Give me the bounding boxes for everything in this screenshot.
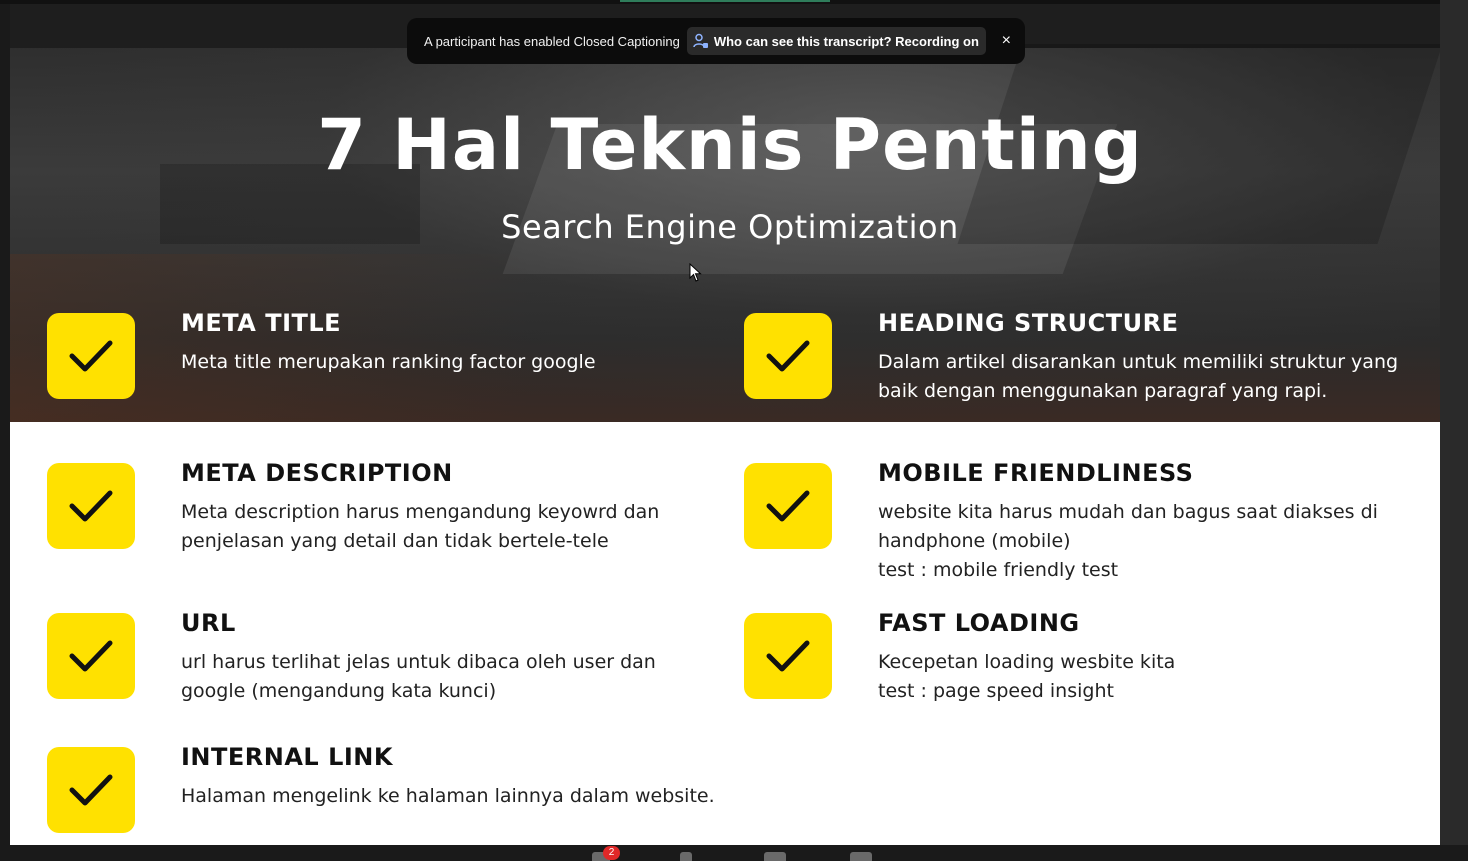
window-side-edge <box>1440 0 1468 861</box>
item-description: url harus terlihat jelas untuk dibaca ol… <box>181 648 656 706</box>
mouse-cursor-icon <box>689 263 702 282</box>
item-title: META TITLE <box>181 309 342 337</box>
apps-icon[interactable] <box>850 852 872 861</box>
item-description-line: Dalam artikel disarankan untuk memiliki … <box>878 351 1399 373</box>
item-title: HEADING STRUCTURE <box>878 309 1179 337</box>
slide-subtitle: Search Engine Optimization <box>501 208 959 246</box>
item-description-line: test : mobile friendly test <box>878 559 1119 581</box>
caption-message: A participant has enabled Closed Caption… <box>424 33 680 49</box>
item-description-line: website kita harus mudah dan bagus saat … <box>878 501 1378 523</box>
item-description: Kecepetan loading wesbite kita test : pa… <box>878 648 1175 706</box>
chat-badge: 2 <box>603 846 620 860</box>
item-description-line: test : page speed insight <box>878 680 1114 702</box>
person-lock-icon <box>693 33 708 48</box>
checkmark-icon <box>47 747 135 833</box>
closed-caption-notification: A participant has enabled Closed Caption… <box>407 18 1025 64</box>
item-description-line: Meta title merupakan ranking factor goog… <box>181 351 596 373</box>
shared-screen-slide: 7 Hal Teknis Penting Search Engine Optim… <box>10 4 1440 845</box>
item-description-line: penjelasan yang detail dan tidak bertele… <box>181 530 609 552</box>
item-title: MOBILE FRIENDLINESS <box>878 459 1194 487</box>
item-description: Dalam artikel disarankan untuk memiliki … <box>878 348 1398 406</box>
checkmark-icon <box>744 313 832 399</box>
item-title: INTERNAL LINK <box>181 743 393 771</box>
item-description-line: Kecepetan loading wesbite kita <box>878 651 1176 673</box>
item-description-line: google (mengandung kata kunci) <box>181 680 497 702</box>
checkmark-icon <box>47 313 135 399</box>
checkmark-icon <box>744 463 832 549</box>
item-description-line: url harus terlihat jelas untuk dibaca ol… <box>181 651 656 673</box>
transcript-visibility-button[interactable]: Who can see this transcript? Recording o… <box>686 27 986 55</box>
transcript-visibility-label: Who can see this transcript? Recording o… <box>713 33 979 49</box>
slide-title: 7 Hal Teknis Penting <box>317 104 1143 186</box>
checkmark-icon <box>744 613 832 699</box>
item-description: Meta description harus mengandung keyowr… <box>181 498 659 556</box>
item-description-line: baik dengan menggunakan paragraf yang ra… <box>878 380 1328 402</box>
active-tab-indicator <box>620 0 830 2</box>
item-description: Halaman mengelink ke halaman lainnya dal… <box>181 782 715 811</box>
item-description-line: Meta description harus mengandung keyowr… <box>181 501 660 523</box>
item-title: META DESCRIPTION <box>181 459 453 487</box>
item-title: FAST LOADING <box>878 609 1080 637</box>
close-icon[interactable]: × <box>1002 32 1011 50</box>
item-description-line: handphone (mobile) <box>878 530 1071 552</box>
item-description-line: Halaman mengelink ke halaman lainnya dal… <box>181 785 715 807</box>
raise-hand-icon[interactable] <box>680 852 692 861</box>
item-description: Meta title merupakan ranking factor goog… <box>181 348 596 377</box>
meeting-toolbar <box>0 845 1468 861</box>
checkmark-icon <box>47 463 135 549</box>
item-title: URL <box>181 609 236 637</box>
item-description: website kita harus mudah dan bagus saat … <box>878 498 1378 585</box>
checkmark-icon <box>47 613 135 699</box>
share-screen-icon[interactable] <box>764 852 786 861</box>
